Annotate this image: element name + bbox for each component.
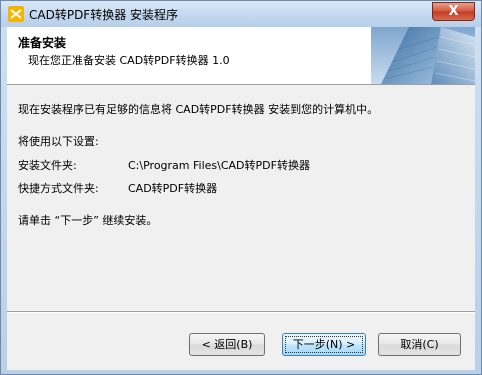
title-bar[interactable]: CAD转PDF转换器 安装程序 X xyxy=(1,1,481,27)
next-button-label: 下一步(N) > xyxy=(285,336,363,353)
shortcut-folder-value: CAD转PDF转换器 xyxy=(128,182,218,195)
back-button[interactable]: < 返回(B) xyxy=(189,333,265,356)
close-button[interactable]: X xyxy=(432,2,475,21)
installer-window: CAD转PDF转换器 安装程序 X 准备安装 现在您正准备安装 CAD转PDF转… xyxy=(0,0,482,375)
install-folder-label: 安装文件夹: xyxy=(18,159,77,172)
intro-text: 现在安装程序已有足够的信息将 CAD转PDF转换器 安装到您的计算机中。 xyxy=(18,103,379,116)
shortcut-folder-label: 快捷方式文件夹: xyxy=(18,182,99,195)
skyscraper-image xyxy=(371,27,475,84)
wizard-header: 准备安装 现在您正准备安装 CAD转PDF转换器 1.0 xyxy=(7,27,475,85)
cancel-button-label: 取消(C) xyxy=(400,338,439,351)
footer-divider xyxy=(7,311,475,313)
continue-instruction: 请单击 “下一步” 继续安装。 xyxy=(18,214,158,227)
settings-heading: 将使用以下设置: xyxy=(18,135,99,148)
window-title: CAD转PDF转换器 安装程序 xyxy=(29,8,179,22)
next-button[interactable]: 下一步(N) > xyxy=(282,333,366,356)
install-folder-value: C:\Program Files\CAD转PDF转换器 xyxy=(128,159,310,172)
cancel-button[interactable]: 取消(C) xyxy=(378,333,461,356)
back-button-label: < 返回(B) xyxy=(201,338,253,351)
close-icon: X xyxy=(448,4,459,19)
page-title: 准备安装 xyxy=(18,36,67,50)
app-installer-icon xyxy=(8,6,24,22)
page-subtitle: 现在您正准备安装 CAD转PDF转换器 1.0 xyxy=(28,54,230,67)
client-area: 准备安装 现在您正准备安装 CAD转PDF转换器 1.0 现在安装程序已有足够的… xyxy=(7,27,475,370)
